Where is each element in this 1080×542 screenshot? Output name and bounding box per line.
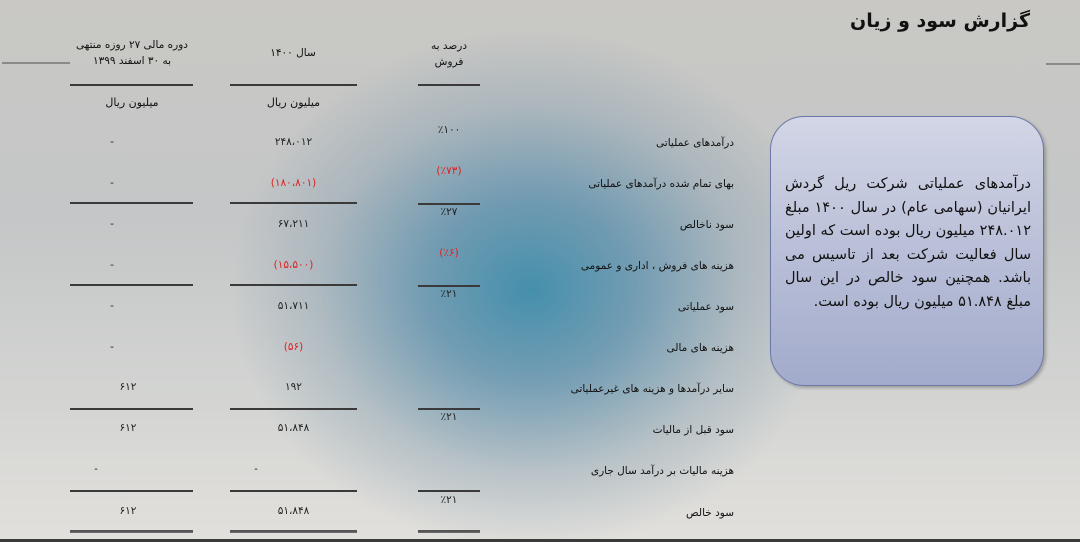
period-income-tax: - xyxy=(94,463,98,475)
period-header-line1: دوره مالی ۲۷ روزه منتهی xyxy=(75,39,188,51)
pct-operating-revenue: ٪۱۰۰ xyxy=(437,124,461,136)
right-header-rule xyxy=(1046,63,1080,65)
row-label-financial-expenses: هزینه های مالی xyxy=(666,342,734,354)
total-double-rule xyxy=(230,530,357,533)
row-label-other-non-operating: سایر درآمدها و هزینه های غیرعملیاتی xyxy=(570,383,734,395)
pct-operating-profit: ٪۲۱ xyxy=(440,288,458,300)
row-label-operating-revenue: درآمدهای عملیاتی xyxy=(656,137,734,149)
subtotal-rule xyxy=(70,284,193,286)
page-title: گزارش سود و زیان xyxy=(850,10,1030,32)
y1400-other-non-operating: ۱۹۲ xyxy=(285,381,302,393)
pct-net-profit: ٪۲۱ xyxy=(440,494,458,506)
row-label-operating-profit: سود عملیاتی xyxy=(677,301,734,313)
y1400-operating-profit: ۵۱،۷۱۱ xyxy=(277,300,310,312)
summary-callout: درآمدهای عملیاتی شرکت ریل گردش ایرانیان … xyxy=(770,116,1044,386)
subtotal-rule xyxy=(70,408,193,410)
y1400-sga-expenses: (۱۵،۵۰۰) xyxy=(273,259,314,271)
y1400-unit: میلیون ریال xyxy=(266,96,321,109)
pct-header-line1: درصد به xyxy=(430,40,468,52)
period-pretax-profit: ۶۱۲ xyxy=(119,422,137,434)
row-label-pretax-profit: سود قبل از مالیات xyxy=(652,424,734,436)
period-unit: میلیون ریال xyxy=(105,96,159,109)
pct-header-line2: فروش xyxy=(434,56,464,68)
y1400-financial-expenses: (۵۶) xyxy=(283,341,304,353)
row-label-cost-of-revenue: بهای تمام شده درآمدهای عملیاتی xyxy=(588,178,734,190)
row-label-gross-profit: سود ناخالص xyxy=(679,219,734,231)
y1400-net-profit: ۵۱،۸۴۸ xyxy=(277,505,310,517)
period-header-line2: به ۳۰ اسفند ۱۳۹۹ xyxy=(92,55,172,67)
y1400-operating-revenue: ۲۴۸،۰۱۲ xyxy=(274,136,313,148)
summary-text: درآمدهای عملیاتی شرکت ریل گردش ایرانیان … xyxy=(785,176,1031,310)
pct-cost-of-revenue: (٪۷۳) xyxy=(436,165,462,177)
period-gross-profit: - xyxy=(110,218,114,230)
period-sga-expenses: - xyxy=(110,259,114,271)
period-cost-of-revenue: - xyxy=(110,177,114,189)
subtotal-rule xyxy=(230,202,357,204)
subtotal-rule xyxy=(418,408,480,410)
y1400-header-underline xyxy=(230,84,357,86)
period-header-underline xyxy=(70,84,193,86)
row-label-income-tax: هزینه مالیات بر درآمد سال جاری xyxy=(590,465,734,477)
row-label-sga-expenses: هزینه های فروش ، اداری و عمومی xyxy=(580,260,734,272)
y1400-income-tax: - xyxy=(254,463,258,475)
subtotal-rule xyxy=(230,284,357,286)
subtotal-rule xyxy=(230,408,357,410)
pct-header-underline xyxy=(418,84,480,86)
pct-gross-profit: ٪۲۷ xyxy=(440,206,458,218)
pct-sga-expenses: (٪۶) xyxy=(439,247,459,259)
subtotal-rule xyxy=(70,490,193,492)
row-label-net-profit: سود خالص xyxy=(686,507,734,519)
y1400-column-header: سال ۱۴۰۰ xyxy=(270,47,316,59)
y1400-gross-profit: ۶۷،۲۱۱ xyxy=(277,218,310,230)
y1400-cost-of-revenue: (۱۸۰،۸۰۱) xyxy=(270,177,317,189)
total-double-rule xyxy=(70,530,193,533)
subtotal-rule xyxy=(418,490,480,492)
period-operating-revenue: - xyxy=(110,136,114,148)
left-header-rule xyxy=(2,62,70,64)
y1400-pretax-profit: ۵۱،۸۴۸ xyxy=(277,422,310,434)
total-double-rule xyxy=(418,530,480,533)
subtotal-rule xyxy=(418,203,480,205)
subtotal-rule xyxy=(418,285,480,287)
subtotal-rule xyxy=(230,490,357,492)
period-net-profit: ۶۱۲ xyxy=(119,505,137,517)
period-operating-profit: - xyxy=(110,300,114,312)
period-other-non-operating: ۶۱۲ xyxy=(119,381,137,393)
subtotal-rule xyxy=(70,202,193,204)
period-column-header: دوره مالی ۲۷ روزه منتهی به ۳۰ اسفند ۱۳۹۹ xyxy=(70,37,194,69)
period-financial-expenses: - xyxy=(110,341,114,353)
pct-pretax-profit: ٪۲۱ xyxy=(440,411,458,423)
pct-column-header: درصد به فروش xyxy=(418,38,480,70)
